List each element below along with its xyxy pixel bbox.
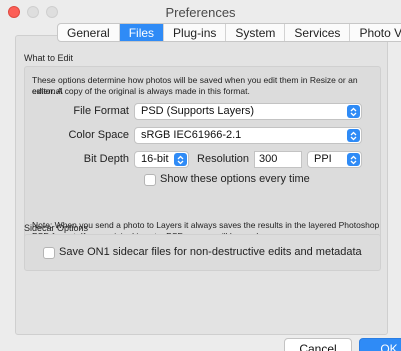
show-options-label: Show these options every time: [160, 173, 310, 185]
sidecar-options-group: Save ON1 sidecar files for non-destructi…: [24, 234, 381, 271]
resolution-unit-value: PPI: [314, 153, 332, 165]
bit-depth-select[interactable]: 16-bit: [134, 151, 189, 168]
resolution-label: Resolution: [197, 153, 249, 165]
what-to-edit-heading: What to Edit: [24, 53, 74, 63]
resolution-input[interactable]: 300: [254, 151, 302, 168]
tab-photo-via[interactable]: Photo Via: [350, 24, 401, 41]
file-format-value: PSD (Supports Layers): [141, 105, 255, 117]
save-sidecar-label: Save ON1 sidecar files for non-destructi…: [59, 246, 362, 258]
tab-general[interactable]: General: [58, 24, 120, 41]
files-panel: What to Edit These options determine how…: [15, 35, 388, 335]
show-options-checkbox[interactable]: [144, 174, 156, 186]
bit-depth-label: Bit Depth: [83, 153, 129, 165]
file-format-label: File Format: [73, 105, 129, 117]
color-space-label: Color Space: [68, 129, 129, 141]
title-bar: Preferences: [0, 0, 401, 24]
tab-plug-ins[interactable]: Plug-ins: [164, 24, 227, 41]
cancel-button[interactable]: Cancel: [284, 338, 352, 351]
save-sidecar-checkbox[interactable]: [43, 247, 55, 259]
color-space-value: sRGB IEC61966-2.1: [141, 129, 242, 141]
tab-system[interactable]: System: [226, 24, 286, 41]
file-format-select[interactable]: PSD (Supports Layers): [134, 103, 362, 120]
chevron-updown-icon: [347, 153, 360, 166]
tab-files[interactable]: Files: [119, 24, 165, 41]
window-title: Preferences: [165, 5, 236, 20]
bit-depth-value: 16-bit: [141, 153, 169, 165]
preferences-tab-bar: General Files Plug-ins System Services P…: [57, 23, 401, 42]
resolution-unit-select[interactable]: PPI: [307, 151, 362, 168]
ok-button[interactable]: OK: [359, 338, 401, 351]
chevron-updown-icon: [347, 105, 360, 118]
tab-services[interactable]: Services: [285, 24, 351, 41]
color-space-select[interactable]: sRGB IEC61966-2.1: [134, 127, 362, 144]
chevron-updown-icon: [174, 153, 187, 166]
chevron-updown-icon: [347, 129, 360, 142]
sidecar-options-heading: Sidecar Options: [24, 223, 89, 233]
description-line-2: editor. A copy of the original is always…: [32, 86, 250, 96]
